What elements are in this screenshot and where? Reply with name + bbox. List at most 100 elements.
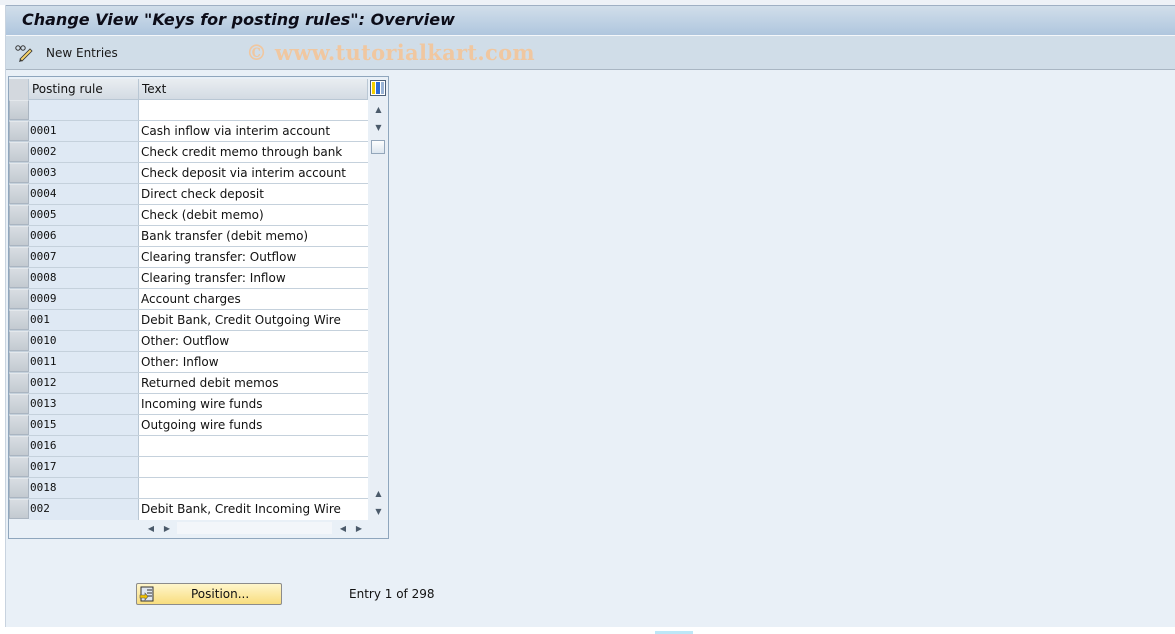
posting-rule-cell[interactable]: 0017 <box>29 457 139 477</box>
scroll-page-up-icon[interactable]: ▲ <box>371 486 386 501</box>
table-row: 0003 Check deposit via interim account <box>9 163 368 184</box>
row-selector[interactable] <box>9 352 29 372</box>
posting-rule-cell[interactable]: 0002 <box>29 142 139 162</box>
table-header: Posting rule Text <box>9 79 368 100</box>
text-cell[interactable]: Incoming wire funds <box>139 394 368 414</box>
row-selector[interactable] <box>9 331 29 351</box>
row-selector[interactable] <box>9 394 29 414</box>
row-selector[interactable] <box>9 100 29 120</box>
posting-rule-cell[interactable]: 0001 <box>29 121 139 141</box>
posting-rule-cell[interactable]: 002 <box>29 499 139 520</box>
text-cell[interactable]: Direct check deposit <box>139 184 368 204</box>
table-row: 0010 Other: Outflow <box>9 331 368 352</box>
row-selector[interactable] <box>9 289 29 309</box>
text-cell[interactable]: Other: Outflow <box>139 331 368 351</box>
text-cell[interactable]: Outgoing wire funds <box>139 415 368 435</box>
scroll-thumb[interactable] <box>371 140 385 154</box>
text-cell[interactable]: Check (debit memo) <box>139 205 368 225</box>
column-header-text[interactable]: Text <box>139 79 368 100</box>
row-selector[interactable] <box>9 205 29 225</box>
text-cell[interactable] <box>139 436 368 456</box>
posting-rule-cell[interactable]: 0006 <box>29 226 139 246</box>
table-row: 0018 <box>9 478 368 499</box>
posting-rule-cell[interactable] <box>29 100 139 120</box>
scroll-right-icon[interactable]: ▶ <box>161 522 173 534</box>
position-button[interactable]: Position... <box>136 583 282 605</box>
new-entries-label: New Entries <box>46 46 118 60</box>
row-selector[interactable] <box>9 457 29 477</box>
text-cell[interactable]: Bank transfer (debit memo) <box>139 226 368 246</box>
text-cell[interactable]: Account charges <box>139 289 368 309</box>
scroll-left-end-icon[interactable]: ◀ <box>337 522 349 534</box>
text-cell[interactable]: Check credit memo through bank <box>139 142 368 162</box>
horizontal-scroll-track[interactable] <box>177 522 332 534</box>
posting-rule-cell[interactable]: 0003 <box>29 163 139 183</box>
text-cell[interactable]: Returned debit memos <box>139 373 368 393</box>
posting-rule-cell[interactable]: 0015 <box>29 415 139 435</box>
posting-rule-cell[interactable]: 0016 <box>29 436 139 456</box>
row-selector[interactable] <box>9 142 29 162</box>
row-selector[interactable] <box>9 310 29 330</box>
vertical-scrollbar[interactable]: ▲ ▼ ▲ ▼ <box>370 100 387 520</box>
posting-rule-cell[interactable]: 0013 <box>29 394 139 414</box>
posting-rule-cell[interactable]: 0012 <box>29 373 139 393</box>
posting-rule-cell[interactable]: 0010 <box>29 331 139 351</box>
application-toolbar: New Entries © www.tutorialkart.com <box>6 36 1175 70</box>
row-selector[interactable] <box>9 268 29 288</box>
page-title: Change View "Keys for posting rules": Ov… <box>22 10 455 29</box>
table-row: 0008 Clearing transfer: Inflow <box>9 268 368 289</box>
posting-rule-cell[interactable]: 0018 <box>29 478 139 498</box>
scroll-left-icon[interactable]: ◀ <box>145 522 157 534</box>
new-entries-button[interactable]: New Entries <box>14 42 118 64</box>
entry-counter: Entry 1 of 298 <box>349 587 435 601</box>
posting-rule-cell[interactable]: 0004 <box>29 184 139 204</box>
position-icon <box>139 586 155 602</box>
row-selector[interactable] <box>9 499 29 519</box>
text-cell[interactable] <box>139 478 368 498</box>
table-row: 0001 Cash inflow via interim account <box>9 121 368 142</box>
text-cell[interactable]: Other: Inflow <box>139 352 368 372</box>
row-selector[interactable] <box>9 226 29 246</box>
posting-rule-cell[interactable]: 001 <box>29 310 139 330</box>
table-row: 0005 Check (debit memo) <box>9 205 368 226</box>
row-selector[interactable] <box>9 121 29 141</box>
row-selector[interactable] <box>9 373 29 393</box>
row-selector[interactable] <box>9 163 29 183</box>
text-cell[interactable] <box>139 100 368 120</box>
text-cell[interactable]: Cash inflow via interim account <box>139 121 368 141</box>
scroll-right-end-icon[interactable]: ▶ <box>353 522 365 534</box>
row-selector[interactable] <box>9 184 29 204</box>
posting-rule-cell[interactable]: 0007 <box>29 247 139 267</box>
row-selector[interactable] <box>9 415 29 435</box>
posting-rule-cell[interactable]: 0008 <box>29 268 139 288</box>
table-row: 0006 Bank transfer (debit memo) <box>9 226 368 247</box>
column-header-posting-rule[interactable]: Posting rule <box>29 79 139 100</box>
text-cell[interactable]: Check deposit via interim account <box>139 163 368 183</box>
text-cell[interactable] <box>139 457 368 477</box>
text-cell[interactable]: Clearing transfer: Inflow <box>139 268 368 288</box>
scroll-down-icon[interactable]: ▼ <box>371 120 386 135</box>
table-row: 0009 Account charges <box>9 289 368 310</box>
select-all-button[interactable] <box>9 79 29 100</box>
table-row: 0012 Returned debit memos <box>9 373 368 394</box>
table-row: 0017 <box>9 457 368 478</box>
row-selector[interactable] <box>9 478 29 498</box>
posting-rules-table: Posting rule Text 0001 Cash inflow via in… <box>8 76 389 539</box>
scroll-up-icon[interactable]: ▲ <box>371 102 386 117</box>
table-row: 0013 Incoming wire funds <box>9 394 368 415</box>
text-cell[interactable]: Debit Bank, Credit Incoming Wire <box>139 499 368 520</box>
row-selector[interactable] <box>9 436 29 456</box>
horizontal-scrollbar[interactable]: ◀ ▶ ◀ ▶ <box>139 520 369 536</box>
title-bar: Change View "Keys for posting rules": Ov… <box>6 5 1175 36</box>
sap-window: Change View "Keys for posting rules": Ov… <box>5 5 1175 627</box>
column-config-icon[interactable] <box>370 80 386 96</box>
table-row: 002 Debit Bank, Credit Incoming Wire <box>9 499 368 520</box>
row-selector[interactable] <box>9 247 29 267</box>
posting-rule-cell[interactable]: 0011 <box>29 352 139 372</box>
scroll-page-down-icon[interactable]: ▼ <box>371 504 386 519</box>
text-cell[interactable]: Debit Bank, Credit Outgoing Wire <box>139 310 368 330</box>
table-row: 0002 Check credit memo through bank <box>9 142 368 163</box>
posting-rule-cell[interactable]: 0005 <box>29 205 139 225</box>
posting-rule-cell[interactable]: 0009 <box>29 289 139 309</box>
text-cell[interactable]: Clearing transfer: Outflow <box>139 247 368 267</box>
